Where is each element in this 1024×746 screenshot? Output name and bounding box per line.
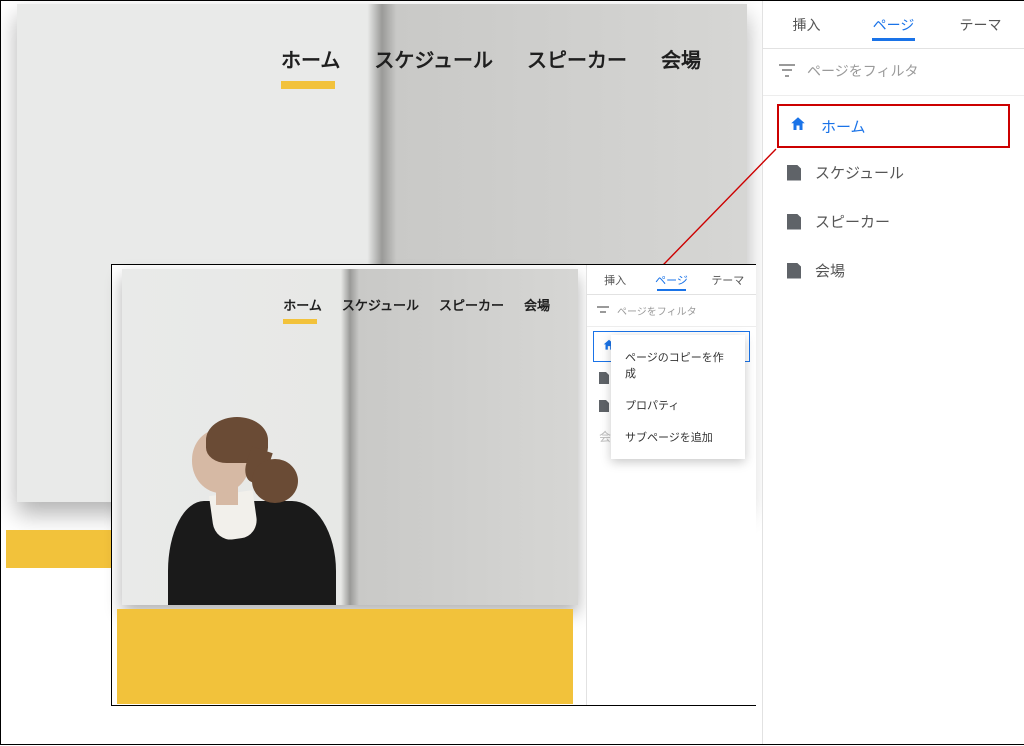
filter-placeholder: ページをフィルタ — [617, 303, 697, 318]
tab-label: ページ — [655, 275, 688, 287]
nav-item-speakers[interactable]: スピーカー — [527, 44, 627, 73]
tab-pages[interactable]: ページ — [643, 272, 699, 288]
nav-label: 会場 — [524, 298, 550, 313]
page-icon — [787, 165, 801, 181]
filter-icon — [597, 306, 609, 316]
tab-theme[interactable]: テーマ — [937, 15, 1024, 35]
nav-item-schedule[interactable]: スケジュール — [342, 295, 419, 314]
page-item-venue[interactable]: 会場 — [763, 246, 1024, 295]
page-label: スピーカー — [815, 211, 890, 232]
side-panel-large: 挿入 ページ テーマ ページをフィルタ ホーム スケジュール スピーカー 会場 — [762, 1, 1024, 744]
hero-person-illustration — [154, 405, 354, 605]
site-nav-large: ホーム スケジュール スピーカー 会場 — [281, 44, 701, 73]
side-tabs-large: 挿入 ページ テーマ — [763, 1, 1024, 49]
nav-label: スケジュール — [342, 298, 419, 313]
side-tabs-small: 挿入 ページ テーマ — [587, 265, 756, 295]
tab-pages[interactable]: ページ — [850, 15, 937, 35]
tab-label: 挿入 — [793, 17, 821, 33]
nav-item-venue[interactable]: 会場 — [661, 44, 701, 73]
nav-item-home[interactable]: ホーム — [283, 295, 322, 314]
editor-canvas-small: ホーム スケジュール スピーカー 会場 — [115, 269, 585, 702]
tab-label: 挿入 — [604, 275, 626, 287]
site-nav-small: ホーム スケジュール スピーカー 会場 — [283, 295, 550, 314]
tab-insert[interactable]: 挿入 — [587, 272, 643, 288]
filter-pages-small[interactable]: ページをフィルタ — [587, 295, 756, 327]
filter-icon — [779, 64, 795, 78]
nav-item-schedule[interactable]: スケジュール — [374, 44, 493, 73]
page-icon — [787, 214, 801, 230]
nav-item-speakers[interactable]: スピーカー — [439, 295, 504, 314]
tab-insert[interactable]: 挿入 — [763, 15, 850, 35]
nav-item-venue[interactable]: 会場 — [524, 295, 550, 314]
page-label: 会場 — [815, 260, 845, 281]
filter-pages-large[interactable]: ページをフィルタ — [763, 49, 1024, 96]
tab-label: テーマ — [960, 17, 1002, 33]
tab-theme[interactable]: テーマ — [700, 272, 756, 288]
nav-label: ホーム — [281, 50, 340, 72]
menu-add-subpage[interactable]: サブページを追加 — [611, 421, 745, 453]
nav-label: スピーカー — [439, 298, 504, 313]
page-icon — [787, 263, 801, 279]
hero-section-small: ホーム スケジュール スピーカー 会場 — [122, 269, 578, 605]
page-item-home-highlight[interactable]: ホーム — [777, 104, 1010, 148]
nav-label: 会場 — [661, 50, 701, 72]
tab-label: テーマ — [711, 275, 744, 287]
yellow-band-small — [117, 609, 573, 704]
menu-label: サブページを追加 — [625, 432, 713, 444]
nav-label: スケジュール — [374, 50, 493, 72]
page-label: ホーム — [821, 116, 866, 137]
menu-label: ページのコピーを作成 — [625, 352, 724, 380]
filter-placeholder: ページをフィルタ — [807, 61, 918, 81]
page-item-speakers[interactable]: スピーカー — [763, 197, 1024, 246]
nav-label: スピーカー — [527, 50, 627, 72]
side-panel-small: 挿入 ページ テーマ ページをフィルタ 会場 — [586, 265, 756, 705]
nav-label: ホーム — [283, 298, 322, 313]
yellow-band-large — [6, 530, 113, 568]
menu-label: プロパティ — [625, 400, 679, 412]
page-context-menu: ページのコピーを作成 プロパティ サブページを追加 — [611, 335, 745, 459]
menu-properties[interactable]: プロパティ — [611, 389, 745, 421]
page-label: スケジュール — [815, 162, 904, 183]
nav-item-home[interactable]: ホーム — [281, 44, 340, 73]
tab-label: ページ — [873, 17, 915, 33]
page-item-schedule[interactable]: スケジュール — [763, 148, 1024, 197]
page-icon — [599, 400, 609, 412]
menu-duplicate-page[interactable]: ページのコピーを作成 — [611, 341, 745, 389]
home-icon — [789, 115, 807, 138]
page-icon — [599, 372, 609, 384]
inset-screenshot: ホーム スケジュール スピーカー 会場 挿入 ページ テーマ — [111, 264, 756, 706]
